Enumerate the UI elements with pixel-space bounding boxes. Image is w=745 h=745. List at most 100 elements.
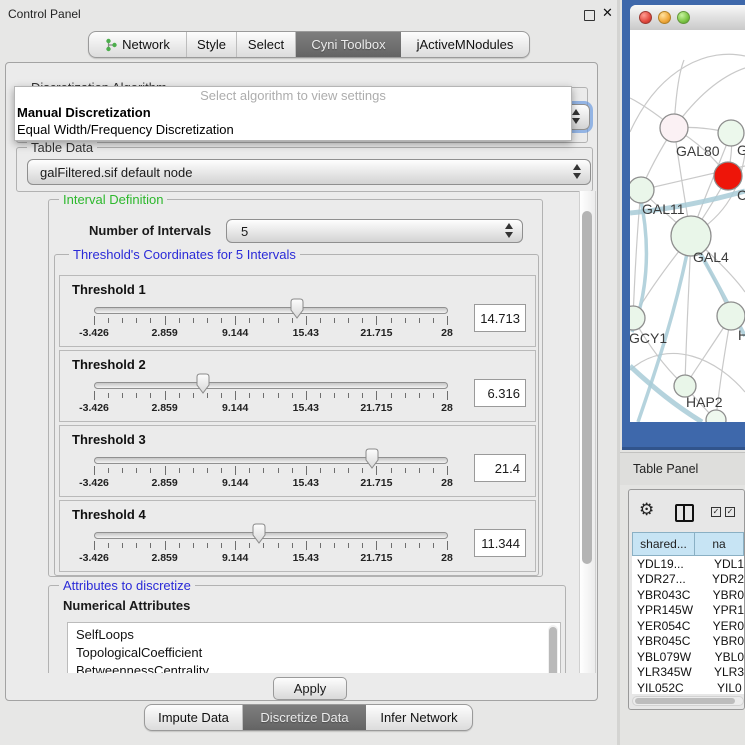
checkbox-icon[interactable]: ✓ <box>725 507 735 517</box>
table-cell: YLR3 <box>706 665 744 679</box>
network-node[interactable] <box>706 410 726 422</box>
panel-title: Control Panel <box>8 7 81 21</box>
list-item[interactable]: SelfLoops <box>68 626 560 644</box>
algorithm-dropdown-popup: Select algorithm to view settingsManual … <box>14 86 572 141</box>
table-panel: ⚙ ✓ ✓ shared...na YDL19...YDL1YDR27...YD… <box>628 489 745 710</box>
close-traffic-light[interactable] <box>639 11 652 24</box>
num-intervals-combobox[interactable]: 5 <box>226 219 523 243</box>
tab-jactivemnodules[interactable]: jActiveMNodules <box>401 32 529 57</box>
threshold-label: Threshold 2 <box>72 357 146 372</box>
list-item[interactable]: TopologicalCoefficient <box>68 644 560 662</box>
slider-track[interactable] <box>94 532 448 539</box>
horizontal-scrollbar[interactable] <box>632 696 744 706</box>
network-node[interactable] <box>714 162 742 190</box>
zoom-traffic-light[interactable] <box>677 11 690 24</box>
table-row[interactable]: YDR27...YDR2 <box>632 572 744 588</box>
checkbox-icon[interactable]: ✓ <box>711 507 721 517</box>
tab-infer-network[interactable]: Infer Network <box>366 705 472 730</box>
table-cell: YLR345W <box>632 665 706 679</box>
tab-cyni-toolbox[interactable]: Cyni Toolbox <box>296 32 401 57</box>
network-node[interactable] <box>630 177 654 203</box>
threshold-value-field[interactable]: 6.316 <box>474 379 526 407</box>
table-row[interactable]: YER054CYER0 <box>632 618 744 634</box>
split-columns-icon[interactable] <box>675 504 694 522</box>
table-row[interactable]: YBR043CYBR0 <box>632 587 744 603</box>
table-panel-title: Table Panel <box>633 462 698 476</box>
network-node[interactable] <box>717 302 745 330</box>
table-row[interactable]: YPR145WYPR1 <box>632 603 744 619</box>
node-label: GA <box>737 142 745 158</box>
network-edge[interactable] <box>633 190 641 318</box>
vertical-scrollbar[interactable] <box>579 191 596 673</box>
node-label: H <box>738 327 745 343</box>
group-title: Table Data <box>27 140 97 155</box>
algorithm-option[interactable]: Equal Width/Frequency Discretization <box>15 121 571 138</box>
tab-impute-data[interactable]: Impute Data <box>145 705 243 730</box>
slider-tick-labels: -3.4262.8599.14415.4321.71528 <box>94 327 447 340</box>
node-table[interactable]: shared...na YDL19...YDL1YDR27...YDR2YBR0… <box>632 532 744 694</box>
slider-ticks <box>94 466 447 477</box>
table-data-combobox[interactable]: galFiltered.sif default node <box>27 159 591 185</box>
table-row[interactable]: YIL052CYIL0 <box>632 680 744 694</box>
apply-button[interactable]: Apply <box>273 677 347 700</box>
tab-style[interactable]: Style <box>187 32 237 57</box>
tab-discretize-data[interactable]: Discretize Data <box>243 705 366 730</box>
table-cell: YIL0 <box>709 681 742 694</box>
list-scrollbar[interactable] <box>548 625 558 673</box>
float-window-icon[interactable] <box>584 10 595 21</box>
num-intervals-label: Number of Intervals <box>89 223 211 238</box>
table-cell: YBL079W <box>632 650 707 664</box>
close-icon[interactable]: ✕ <box>602 5 613 21</box>
scroll-viewport: Interval Definition Number of Intervals … <box>11 191 578 673</box>
gear-icon[interactable]: ⚙ <box>639 501 654 518</box>
table-cell: YDL1 <box>706 557 744 571</box>
tab-select[interactable]: Select <box>237 32 296 57</box>
node-label: HAP2 <box>686 394 723 410</box>
tab-network[interactable]: Network <box>89 32 187 57</box>
table-row[interactable]: YDL19...YDL1 <box>632 556 744 572</box>
table-row[interactable]: YBL079WYBL0 <box>632 649 744 665</box>
table-cell: YIL052C <box>632 681 709 694</box>
network-canvas[interactable]: GAL80GACGAL11GAL4GCY1HHAP2 <box>630 30 745 422</box>
column-header[interactable]: shared... <box>632 532 695 556</box>
table-row[interactable]: YBR045CYBR0 <box>632 634 744 650</box>
threshold-value-field[interactable]: 14.713 <box>474 304 526 332</box>
slider-ticks <box>94 541 447 552</box>
table-data-group: Table Data galFiltered.sif default node <box>16 147 593 192</box>
slider-ticks <box>94 316 447 327</box>
list-item[interactable]: BetweennessCentrality <box>68 662 560 673</box>
slider-tick-labels: -3.4262.8599.14415.4321.71528 <box>94 552 447 565</box>
node-label: GAL11 <box>642 201 685 217</box>
threshold-value-field[interactable]: 11.344 <box>474 529 526 557</box>
network-window-titlebar[interactable] <box>630 5 745 31</box>
table-cell: YER0 <box>705 619 744 633</box>
node-label: GAL4 <box>693 249 729 265</box>
combo-arrows-icon <box>505 223 514 238</box>
slider-track[interactable] <box>94 382 448 389</box>
column-header[interactable]: na <box>695 532 744 556</box>
table-cell: YBR045C <box>632 634 705 648</box>
minimize-traffic-light[interactable] <box>658 11 671 24</box>
algorithm-option[interactable]: Manual Discretization <box>15 104 571 121</box>
threshold-label: Threshold 3 <box>72 432 146 447</box>
table-body: YDL19...YDL1YDR27...YDR2YBR043CYBR0YPR14… <box>632 556 744 694</box>
table-row[interactable]: YLR345WYLR3 <box>632 665 744 681</box>
group-title: Attributes to discretize <box>59 578 195 593</box>
threshold-panel: Threshold 3 -3.4262.8599.14415.4321.7152… <box>59 425 536 497</box>
node-label: GCY1 <box>630 330 667 346</box>
table-cell: YPR1 <box>705 603 744 617</box>
table-cell: YPR145W <box>632 603 705 617</box>
combo-value: 5 <box>227 224 248 239</box>
bottom-tabs: Impute Data Discretize Data Infer Networ… <box>144 704 473 731</box>
network-node[interactable] <box>630 306 645 330</box>
numerical-attributes-list[interactable]: SelfLoopsTopologicalCoefficientBetweenne… <box>67 622 561 673</box>
panel-divider[interactable] <box>617 0 620 745</box>
network-node[interactable] <box>660 114 688 142</box>
slider-track[interactable] <box>94 307 448 314</box>
threshold-value-field[interactable]: 21.4 <box>474 454 526 482</box>
threshold-label: Threshold 1 <box>72 282 146 297</box>
table-cell: YER054C <box>632 619 705 633</box>
combo-value: galFiltered.sif default node <box>28 165 192 180</box>
slider-track[interactable] <box>94 457 448 464</box>
table-cell: YDR27... <box>632 572 704 586</box>
